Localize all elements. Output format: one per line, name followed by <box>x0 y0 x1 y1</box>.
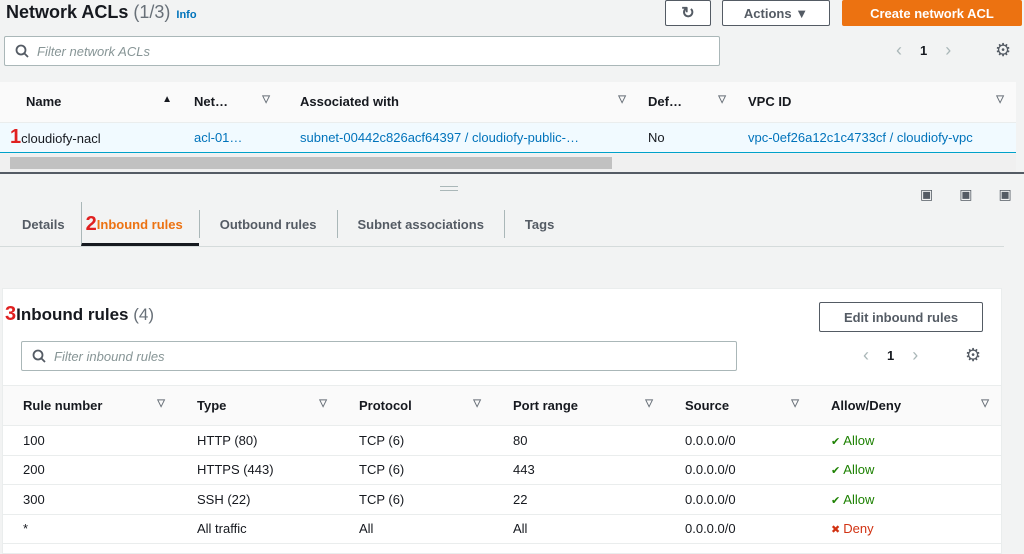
column-header-rule-number[interactable]: Rule number ▽ <box>3 385 177 426</box>
status-badge: ✔ Allow <box>811 484 1001 515</box>
fullscreen-icon[interactable]: ▣ <box>998 186 1011 203</box>
tab-inbound-rules[interactable]: 2 Inbound rules <box>80 202 199 246</box>
check-circle-icon: ✔ <box>831 465 844 478</box>
tab-outbound-rules[interactable]: Outbound rules <box>198 210 337 238</box>
page-number[interactable]: 1 <box>887 348 894 363</box>
table-row[interactable]: 200 HTTPS (443) TCP (6) 443 0.0.0.0/0 ✔ Allow <box>3 455 1001 485</box>
check-circle-icon: ✔ <box>831 435 844 448</box>
tab-subnet-associations[interactable]: Subnet associations <box>336 210 504 238</box>
column-header-name[interactable]: Name ▲ <box>0 82 184 123</box>
settings-gear-icon[interactable]: ⚙ <box>995 40 1011 61</box>
table-row[interactable]: 300 SSH (22) TCP (6) 22 0.0.0.0/0 ✔ Allow <box>3 484 1001 515</box>
next-page-button[interactable]: › <box>912 345 918 366</box>
annotation-marker: 2 <box>85 212 97 235</box>
inbound-rules-table: Rule number ▽ Type ▽ Protocol ▽ Port range ▽… <box>3 385 1001 544</box>
inbound-rules-heading: 3Inbound rules (4) <box>5 303 155 325</box>
split-side-icon[interactable]: ▣ <box>959 186 972 203</box>
column-header-default[interactable]: Def… ▽ <box>638 82 738 123</box>
annotation-marker: 1 <box>10 125 22 148</box>
resize-handle[interactable] <box>440 186 458 191</box>
table-row[interactable]: 100 HTTP (80) TCP (6) 80 0.0.0.0/0 ✔ Allow <box>3 425 1001 456</box>
column-header-network-acl-id[interactable]: Net… ▽ <box>184 82 282 123</box>
refresh-button[interactable]: ↻ <box>665 0 711 26</box>
prev-page-button[interactable]: ‹ <box>863 345 869 366</box>
table-row[interactable]: 1cloudiofy-nacl acl-01… subnet-00442c826… <box>0 121 1016 153</box>
refresh-icon: ↻ <box>681 5 695 22</box>
network-acls-table: Name ▲ Net… ▽ Associated with ▽ Def… ▽ VPC I… <box>0 82 1016 153</box>
status-badge: ✖ Deny <box>811 514 1001 544</box>
detail-tabs: Details 2 Inbound rules Outbound rules Su… <box>6 202 574 246</box>
page-number[interactable]: 1 <box>920 43 927 58</box>
status-badge: ✔ Allow <box>811 455 1001 485</box>
actions-button[interactable]: Actions ▼ <box>722 0 830 26</box>
info-link[interactable]: Info <box>176 9 196 21</box>
column-header-port-range[interactable]: Port range ▽ <box>493 385 665 426</box>
column-header-allow-deny[interactable]: Allow/Deny ▽ <box>811 385 1001 426</box>
column-header-source[interactable]: Source ▽ <box>665 385 811 426</box>
settings-gear-icon[interactable]: ⚙ <box>965 345 981 366</box>
x-circle-icon: ✖ <box>831 524 844 537</box>
inbound-pagination: ‹ 1 › <box>863 345 918 366</box>
search-icon <box>15 44 29 58</box>
vpc-link[interactable]: vpc-0ef26a12c1c4733cf / cloudiofy-vpc <box>738 121 1016 153</box>
edit-inbound-rules-button[interactable]: Edit inbound rules <box>819 302 983 332</box>
tab-details[interactable]: Details <box>6 210 81 238</box>
tab-tags[interactable]: Tags <box>503 210 574 238</box>
column-header-associated-with[interactable]: Associated with ▽ <box>282 82 638 123</box>
associated-subnet-link[interactable]: subnet-00442c826acf64397 / cloudiofy-pub… <box>282 121 638 153</box>
column-header-protocol[interactable]: Protocol ▽ <box>339 385 493 426</box>
filter-network-acls-input[interactable]: Filter network ACLs <box>4 36 720 66</box>
check-circle-icon: ✔ <box>831 494 844 507</box>
split-bottom-icon[interactable]: ▣ <box>920 186 933 203</box>
prev-page-button[interactable]: ‹ <box>896 40 902 61</box>
horizontal-scrollbar[interactable] <box>0 154 1016 172</box>
inbound-rules-panel: 3Inbound rules (4) Edit inbound rules Fi… <box>2 288 1002 554</box>
create-network-acl-button[interactable]: Create network ACL <box>842 0 1022 26</box>
pagination: ‹ 1 › <box>896 40 951 61</box>
status-badge: ✔ Allow <box>811 425 1001 456</box>
column-header-vpc-id[interactable]: VPC ID ▽ <box>738 82 1016 123</box>
filter-inbound-rules-input[interactable]: Filter inbound rules <box>21 341 737 371</box>
acl-id-link[interactable]: acl-01… <box>184 121 282 153</box>
column-header-type[interactable]: Type ▽ <box>177 385 339 426</box>
search-icon <box>32 349 46 363</box>
page-title: Network ACLs (1/3) Info <box>6 2 197 22</box>
next-page-button[interactable]: › <box>945 40 951 61</box>
table-row[interactable]: * All traffic All All 0.0.0.0/0 ✖ Deny <box>3 514 1001 544</box>
